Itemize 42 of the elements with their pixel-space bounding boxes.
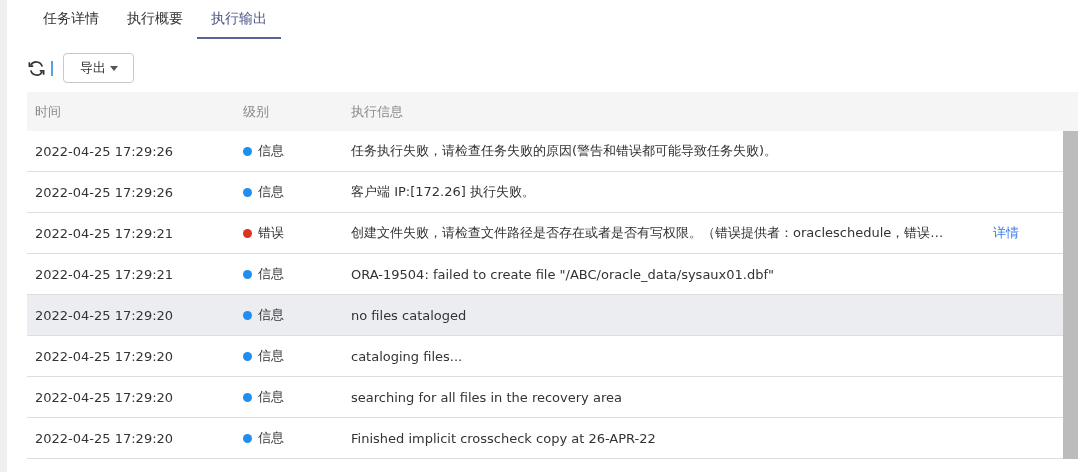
table-cell-text: 创建文件失败，请检查文件路径是否存在或者是否有写权限。（错误提供者：oracleschedule，错误… [350,224,945,242]
scrollbar[interactable] [1063,131,1078,459]
table-cell-text: no files cataloged [350,307,468,323]
tab[interactable]: 执行概要 [113,0,197,39]
table-cell-text: 2022-04-25 17:29:26 [34,143,175,159]
table-cell: 信息 [258,183,284,201]
table-cell: 信息 [258,388,284,406]
table-cell-text: searching for all files in the recovery area [350,389,623,405]
table-cell: 错误 [258,224,284,242]
table-cell-text: 2022-04-25 17:29:20 [34,307,175,323]
table-cell-text: 2022-04-25 17:29:26 [34,184,175,200]
export-button[interactable]: 导出 [63,53,134,83]
table-row[interactable]: 2022-04-25 17:29:26 信息 任务执行失败，请检查任务失败的原因(警告和错误都可能导致任务失败)。 [27,131,1063,172]
table-cell: 信息 [258,429,284,447]
table-row[interactable]: 2022-04-25 17:29:20 信息 no files cataloged [27,295,1063,336]
table-cell-text: 任务执行失败，请检查任务失败的原因(警告和错误都可能导致任务失败)。 [350,142,779,160]
table-cell-text: 2022-04-25 17:29:20 [34,430,175,446]
table-cell-text: Finished implicit crosscheck copy at 26-APR-22 [350,430,657,446]
table-cell-text: cataloging files... [350,348,464,364]
table-row[interactable]: 2022-04-25 17:29:21 错误 创建文件失败，请检查文件路径是否存在或者是否有写权限。（错误提供者：oracleschedule，错误… 详情 [27,213,1063,254]
tab[interactable]: 任务详情 [29,0,113,39]
table-row[interactable]: 2022-04-25 17:29:20 信息 Finished implicit crosscheck copy at 26-APR-22 [27,418,1063,459]
table-cell-text: ORA-19504: failed to create file "/ABC/oracle_data/sysaux01.dbf" [350,266,776,282]
tab[interactable]: 执行输出 [197,0,281,39]
refresh-icon[interactable] [27,58,46,78]
table-cell: 信息 [258,265,284,283]
details-link[interactable]: 详情 [993,224,1019,242]
table-cell-text: 客户端 IP:[172.26] 执行失败。 [350,183,536,201]
table-cell-text: 2022-04-25 17:29:20 [34,348,175,364]
column-header: 时间 [34,102,62,121]
column-header: 级别 [242,102,270,121]
table-cell: 信息 [258,142,284,160]
caret-icon [109,65,118,71]
table-cell: 信息 [258,306,284,324]
table-row[interactable]: 2022-04-25 17:29:20 信息 cataloging files... [27,336,1063,377]
table-cell-text: 2022-04-25 17:29:21 [34,225,175,241]
table-row[interactable]: 2022-04-25 17:29:20 信息 searching for all files in the recovery area [27,377,1063,418]
column-header: 执行信息 [350,102,404,121]
table-cell-text: 2022-04-25 17:29:20 [34,389,175,405]
table-cell-text: 2022-04-25 17:29:21 [34,266,175,282]
table-row[interactable]: 2022-04-25 17:29:26 信息 客户端 IP:[172.26] 执行失败。 [27,172,1063,213]
table-cell: 信息 [258,347,284,365]
